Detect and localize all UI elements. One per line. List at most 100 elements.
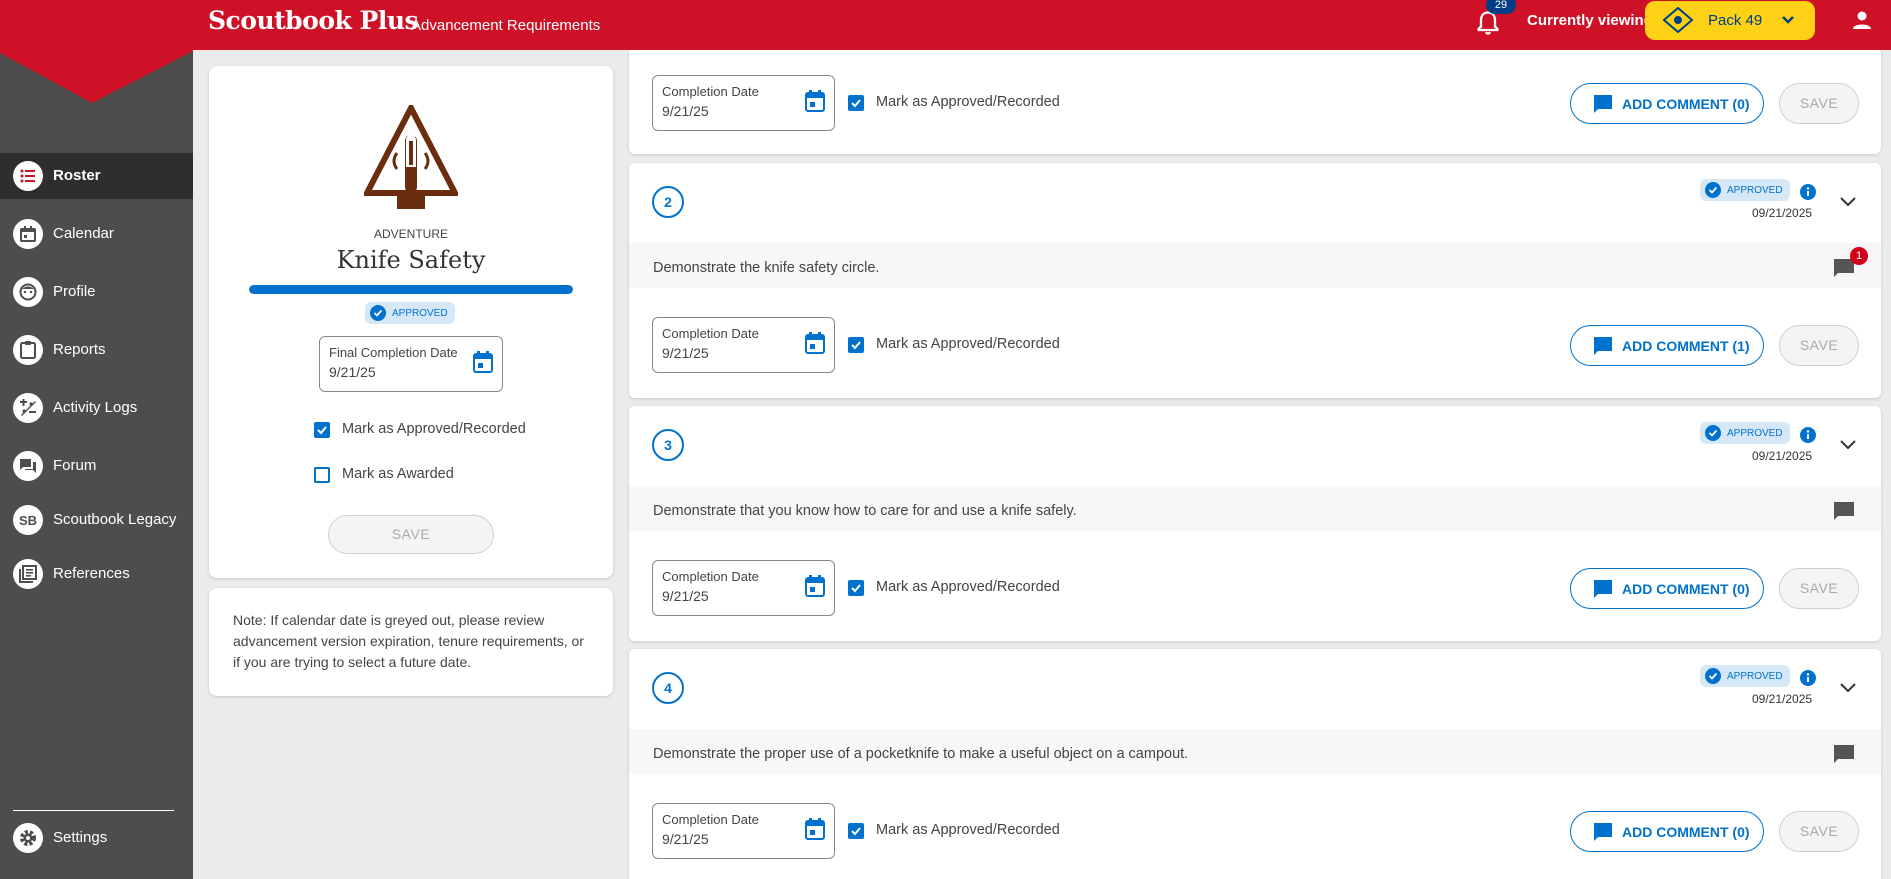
unit-name: Pack 49 [1708,12,1763,29]
mark-approved-checkbox[interactable] [848,580,864,596]
completion-date-field[interactable]: Completion Date 9/21/25 [652,803,835,859]
field-value: 9/21/25 [662,103,709,119]
requirement-card: Completion Date 9/21/25 Mark as Approved… [629,48,1881,154]
mark-approved-label: Mark as Approved/Recorded [876,822,1060,838]
app-title[interactable]: Scoutbook Plus [208,6,419,35]
calendar-icon[interactable] [805,818,825,840]
mark-approved-checkbox[interactable] [314,422,330,438]
approval-date: 09/21/2025 [1752,449,1813,463]
chevron-down-icon[interactable] [1839,679,1857,697]
comment-count-badge: 1 [1850,247,1868,265]
final-completion-date-field[interactable]: Final Completion Date 9/21/25 [319,336,503,392]
mark-approved-label: Mark as Approved/Recorded [342,421,526,437]
sidebar-item-label: Forum [53,457,97,474]
status-badge: APPROVED [1700,665,1790,687]
requirement-number: 4 [652,672,684,704]
calendar-icon[interactable] [473,351,493,373]
sidebar-item-activity-logs[interactable]: Activity Logs [0,385,193,431]
chevron-down-icon [1782,16,1794,24]
field-value: 9/21/25 [662,588,709,604]
sidebar-item-forum[interactable]: Forum [0,443,193,489]
field-value: 9/21/25 [662,831,709,847]
field-value: 9/21/25 [662,345,709,361]
requirement-description: Demonstrate that you know how to care fo… [653,503,1077,519]
completion-date-field[interactable]: Completion Date 9/21/25 [652,317,835,373]
references-icon [13,559,43,589]
mark-awarded-label: Mark as Awarded [342,466,454,482]
status-badge: APPROVED [1700,179,1790,201]
comment-icon [1594,95,1612,113]
requirement-description: Demonstrate the knife safety circle. [653,260,880,276]
status-badge: APPROVED [365,302,455,324]
save-button[interactable]: SAVE [1779,83,1859,124]
info-icon[interactable] [1800,184,1816,200]
progress-bar [249,285,573,294]
sidebar-item-reports[interactable]: Reports [0,327,193,373]
field-label: Final Completion Date [329,345,458,360]
list-icon [13,161,43,191]
save-button[interactable]: SAVE [1779,811,1859,852]
requirement-card: 2 APPROVED 09/21/2025 Demonstrate the kn… [629,163,1881,398]
info-icon[interactable] [1800,670,1816,686]
add-comment-button[interactable]: ADD COMMENT (0) [1570,83,1764,124]
page-title: Advancement Requirements [411,17,601,34]
chevron-down-icon[interactable] [1839,193,1857,211]
cub-scout-logo-icon [1663,7,1693,33]
sidebar: Roster Calendar Profile Reports Activity… [0,0,193,879]
adventure-type: ADVENTURE [373,227,448,241]
add-comment-button[interactable]: ADD COMMENT (0) [1570,568,1764,609]
requirement-card: 4 APPROVED 09/21/2025 Demonstrate the pr… [629,649,1881,879]
notification-badge: 29 [1486,0,1516,14]
sidebar-item-settings[interactable]: Settings [0,815,193,861]
sidebar-item-profile[interactable]: Profile [0,269,193,315]
mark-approved-checkbox[interactable] [848,823,864,839]
check-circle-icon [1705,182,1721,198]
sidebar-item-references[interactable]: References [0,551,193,597]
save-button[interactable]: SAVE [1779,325,1859,366]
note-card: Note: If calendar date is greyed out, pl… [209,588,613,696]
calendar-icon[interactable] [805,332,825,354]
sidebar-item-label: Roster [53,167,101,184]
mark-approved-label: Mark as Approved/Recorded [876,94,1060,110]
gear-icon [13,823,43,853]
sidebar-divider [13,810,174,811]
completion-date-field[interactable]: Completion Date 9/21/25 [652,75,835,131]
comment-icon [1594,580,1612,598]
adventure-name: Knife Safety [336,246,486,274]
comment-icon[interactable] [1833,743,1855,765]
sidebar-item-label: Reports [53,341,106,358]
unit-selector[interactable]: Pack 49 [1645,1,1815,40]
add-comment-button[interactable]: ADD COMMENT (1) [1570,325,1764,366]
check-circle-icon [1705,668,1721,684]
knife-safety-emblem-icon [364,105,458,209]
chevron-down-icon[interactable] [1839,436,1857,454]
status-badge: APPROVED [1700,422,1790,444]
mark-approved-checkbox[interactable] [848,95,864,111]
forum-icon [13,451,43,481]
info-icon[interactable] [1800,427,1816,443]
sidebar-item-calendar[interactable]: Calendar [0,211,193,257]
brand-flag [0,48,193,103]
save-button[interactable]: SAVE [328,515,494,554]
calendar-icon[interactable] [805,575,825,597]
mark-approved-label: Mark as Approved/Recorded [876,579,1060,595]
mark-approved-checkbox[interactable] [848,337,864,353]
field-value: 9/21/25 [329,364,376,380]
sidebar-item-label: Calendar [53,225,114,242]
viewing-label: Currently viewing: [1527,12,1658,29]
top-bar: Scoutbook Plus Advancement Requirements … [0,0,1891,50]
calendar-icon[interactable] [805,90,825,112]
sidebar-item-roster[interactable]: Roster [0,153,193,199]
check-circle-icon [370,305,386,321]
field-label: Completion Date [662,812,759,827]
save-button[interactable]: SAVE [1779,568,1859,609]
activity-icon [13,393,43,423]
add-comment-button[interactable]: ADD COMMENT (0) [1570,811,1764,852]
mark-awarded-checkbox[interactable] [314,467,330,483]
account-icon[interactable] [1850,8,1874,32]
sidebar-item-scoutbook-legacy[interactable]: SB Scoutbook Legacy [0,497,193,543]
completion-date-field[interactable]: Completion Date 9/21/25 [652,560,835,616]
sidebar-item-label: Profile [53,283,96,300]
comment-icon[interactable] [1833,500,1855,522]
requirement-description: Demonstrate the proper use of a pocketkn… [653,746,1189,762]
